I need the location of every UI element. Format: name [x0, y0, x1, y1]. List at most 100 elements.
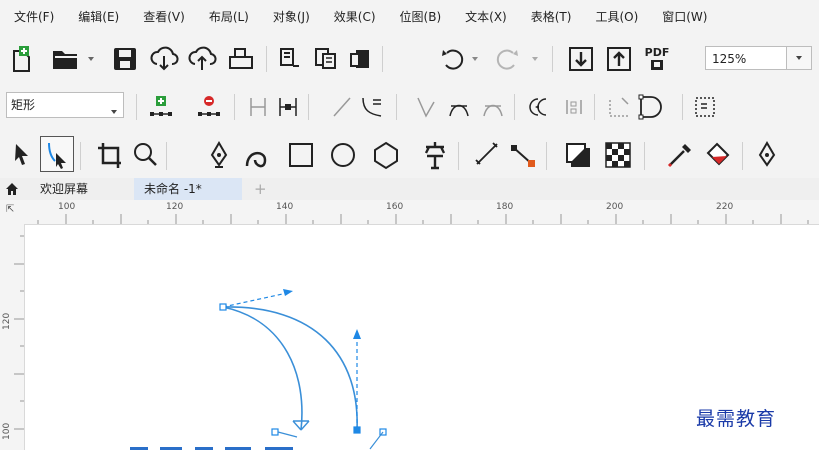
ruler-label: 220	[716, 202, 734, 212]
home-icon[interactable]	[0, 178, 24, 200]
toolbar-separator	[594, 94, 595, 120]
drop-shadow-tool-icon[interactable]	[562, 138, 594, 172]
toolbar-separator	[644, 142, 645, 170]
ruler-label: 120	[2, 312, 12, 330]
interactive-fill-tool-icon[interactable]	[702, 138, 734, 172]
node-handle-lines	[277, 431, 384, 450]
cusp-node-icon[interactable]	[414, 92, 438, 122]
menu-view[interactable]: 查看(V)	[129, 0, 195, 34]
polygon-tool-icon[interactable]	[370, 138, 402, 172]
reverse-direction-icon[interactable]	[526, 92, 552, 122]
menu-text[interactable]: 文本(X)	[451, 0, 517, 34]
close-curve-icon[interactable]	[636, 92, 666, 122]
menu-layout[interactable]: 布局(L)	[195, 0, 259, 34]
menu-file[interactable]: 文件(F)	[0, 0, 64, 34]
undo-icon[interactable]	[438, 44, 466, 74]
toolbar-separator	[382, 46, 383, 72]
toolbar-separator	[308, 94, 309, 120]
import-arrow-down-icon[interactable]	[566, 44, 596, 74]
ruler-label: 120	[166, 202, 184, 212]
parallel-dimension-tool-icon[interactable]	[472, 138, 502, 172]
copy-icon[interactable]	[346, 44, 374, 74]
extend-curve-icon[interactable]	[562, 92, 586, 122]
toolbar-separator	[514, 94, 515, 120]
toolbar-separator	[136, 94, 137, 120]
open-dropdown-chevron-icon[interactable]	[84, 48, 98, 70]
curve-node[interactable]	[271, 428, 279, 436]
selected-curve[interactable]	[222, 306, 358, 431]
control-handle-top[interactable]	[222, 289, 293, 308]
toolbar-separator	[266, 46, 267, 72]
export-icon[interactable]	[312, 44, 340, 74]
zoom-dropdown-button[interactable]	[786, 46, 812, 70]
menu-object[interactable]: 对象(J)	[259, 0, 320, 34]
freehand-pen-tool-icon[interactable]	[204, 138, 234, 172]
rectangle-tool-icon[interactable]	[286, 138, 316, 172]
toolbar-separator	[742, 142, 743, 170]
curve-node-selected[interactable]	[353, 426, 361, 434]
vertical-ruler[interactable]: 120 100	[0, 224, 25, 450]
import-icon[interactable]	[276, 44, 304, 74]
pdf-document-icon	[651, 60, 663, 70]
undo-dropdown-chevron-icon[interactable]	[468, 48, 482, 70]
crop-tool-icon[interactable]	[94, 138, 124, 172]
ruler-label: 180	[496, 202, 514, 212]
new-tab-button[interactable]: +	[244, 178, 277, 200]
watermark-text: 最需教育	[696, 408, 777, 430]
break-curve-icon[interactable]	[276, 92, 300, 122]
shape-tool-icon[interactable]	[40, 136, 74, 172]
toolbar-separator	[458, 142, 459, 170]
horizontal-ruler-ticks	[37, 214, 809, 224]
open-folder-icon[interactable]	[50, 44, 82, 74]
tab-untitled-document[interactable]: 未命名 -1*	[134, 178, 242, 200]
menu-effects[interactable]: 效果(C)	[320, 0, 386, 34]
zoom-tool-icon[interactable]	[130, 138, 160, 172]
menu-table[interactable]: 表格(T)	[517, 0, 582, 34]
curve-node[interactable]	[219, 303, 227, 311]
text-tool-icon[interactable]	[420, 138, 450, 172]
ellipse-tool-icon[interactable]	[328, 138, 358, 172]
cloud-download-icon[interactable]	[148, 44, 180, 74]
chevron-down-icon	[796, 56, 802, 60]
join-nodes-icon[interactable]	[246, 92, 270, 122]
outline-pen-tool-icon[interactable]	[752, 138, 782, 172]
property-bar: 矩形	[0, 84, 819, 132]
menu-bitmaps[interactable]: 位图(B)	[386, 0, 452, 34]
symmetrical-node-icon[interactable]	[480, 92, 506, 122]
menu-window[interactable]: 窗口(W)	[648, 0, 717, 34]
cloud-upload-icon[interactable]	[186, 44, 218, 74]
new-document-icon[interactable]	[8, 44, 38, 74]
save-icon[interactable]	[110, 44, 140, 74]
redo-dropdown-chevron-icon[interactable]	[528, 48, 542, 70]
toolbar-separator	[396, 94, 397, 120]
shape-type-select[interactable]: 矩形	[6, 92, 124, 118]
smooth-node-icon[interactable]	[446, 92, 472, 122]
toolbox	[0, 132, 819, 178]
eyedropper-tool-icon[interactable]	[664, 138, 694, 172]
redo-icon[interactable]	[494, 44, 522, 74]
stretch-nodes-icon[interactable]	[692, 92, 718, 122]
control-handle-right[interactable]	[353, 329, 361, 430]
document-tab-bar: 欢迎屏幕 未命名 -1* +	[0, 178, 819, 201]
artistic-media-tool-icon[interactable]	[242, 138, 272, 172]
horizontal-ruler[interactable]: ⇱ 100 120 140 160 180 200 220	[0, 200, 819, 225]
export-arrow-up-icon[interactable]	[604, 44, 634, 74]
pick-tool-icon[interactable]	[8, 138, 36, 172]
transparency-tool-icon[interactable]	[602, 138, 634, 172]
to-curve-icon[interactable]	[358, 92, 386, 122]
to-line-icon[interactable]	[330, 92, 354, 122]
publish-pdf-button[interactable]: PDF	[640, 42, 674, 76]
menu-tools[interactable]: 工具(O)	[581, 0, 648, 34]
extract-subpath-icon[interactable]	[606, 92, 632, 122]
zoom-level-field[interactable]: 125%	[705, 46, 789, 70]
add-node-icon[interactable]	[148, 92, 174, 122]
connector-tool-icon[interactable]	[508, 138, 538, 172]
print-icon[interactable]	[226, 44, 256, 74]
delete-node-icon[interactable]	[196, 92, 222, 122]
toolbar-separator	[546, 142, 547, 170]
ruler-label: 160	[386, 202, 404, 212]
vertical-ruler-ticks	[14, 235, 24, 430]
tab-welcome-screen[interactable]: 欢迎屏幕	[30, 178, 98, 200]
ruler-label: 200	[606, 202, 624, 212]
menu-edit[interactable]: 编辑(E)	[64, 0, 129, 34]
